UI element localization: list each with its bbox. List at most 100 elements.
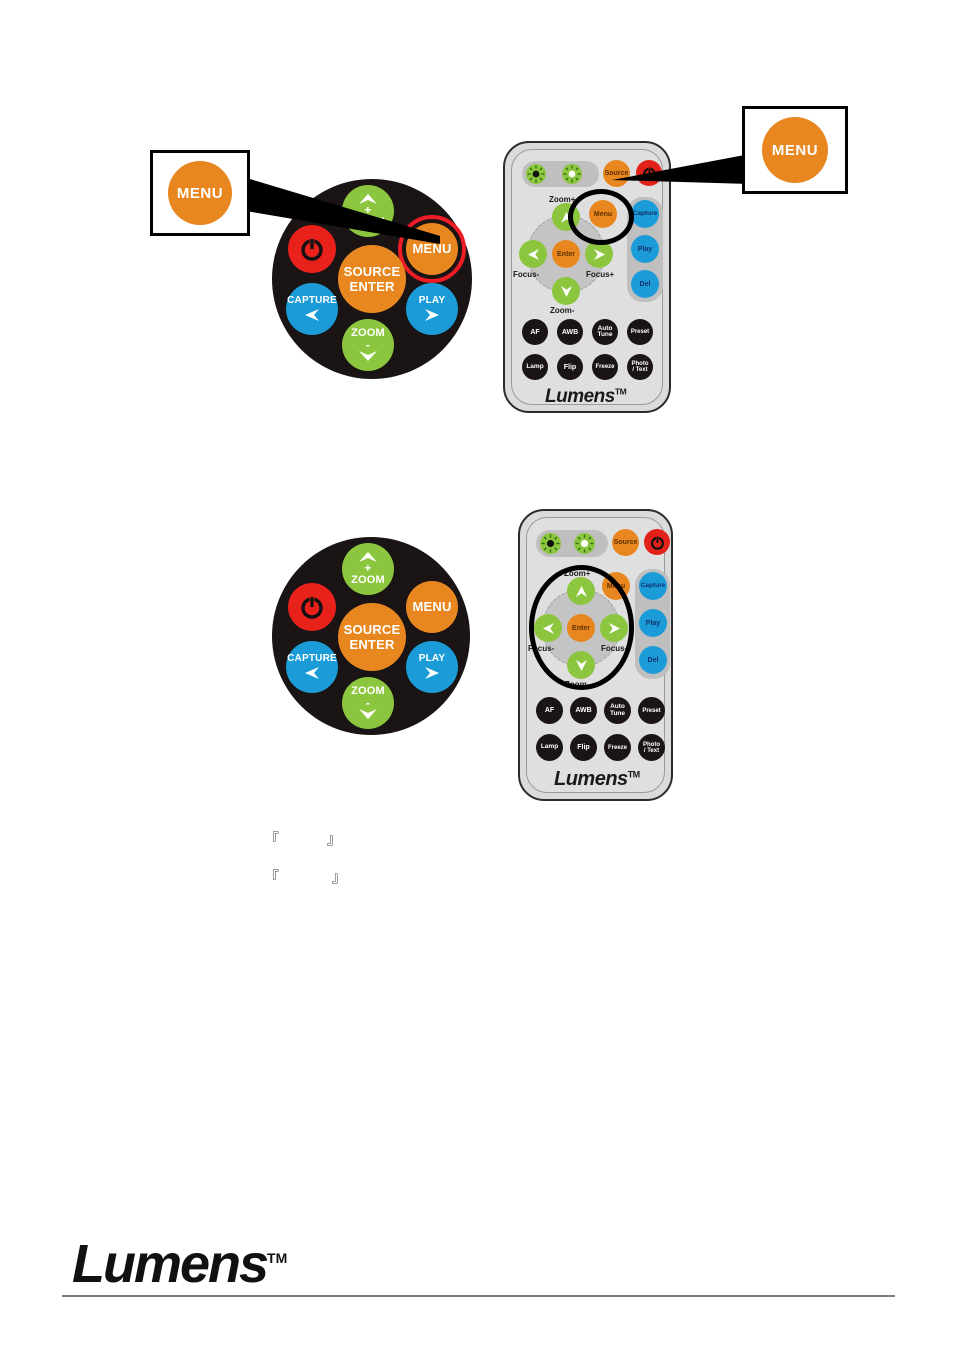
- chevron-right-icon: [425, 309, 439, 322]
- control-panel-play-label-2: PLAY: [418, 652, 446, 664]
- remote-tune-label-1: Tune: [597, 331, 613, 338]
- remote-dpad-right-label-1: Focus+: [586, 270, 615, 279]
- callout-leader-right: [612, 154, 750, 184]
- page-root: MENU + ZOOM MENU SOURCE ENTER: [0, 0, 954, 1354]
- remote-play-button-2[interactable]: Play: [639, 609, 667, 637]
- control-panel-zoom-in-label-2: ZOOM: [351, 573, 385, 586]
- chevron-right-icon: [425, 667, 439, 680]
- remote-play-label-2: Play: [645, 619, 661, 627]
- sun-bright-icon: [575, 534, 594, 553]
- control-panel-zoom-in-button-2[interactable]: + ZOOM: [342, 543, 394, 595]
- control-panel-play-button-2[interactable]: PLAY: [406, 641, 458, 693]
- remote-trademark-2: TM: [627, 769, 641, 780]
- remote-capture-button-2[interactable]: Capture: [639, 572, 667, 600]
- remote-flip-label-1: Flip: [563, 363, 577, 371]
- remote-del-label-1: Del: [639, 280, 651, 288]
- sun-bright-icon: [563, 165, 581, 183]
- remote-capture-label-1: Capture: [632, 209, 658, 217]
- control-panel-source-label-1: SOURCE: [343, 263, 401, 279]
- remote-photo-text-button-1[interactable]: Photo / Text: [627, 354, 653, 380]
- remote-freeze-label-2: Freeze: [607, 744, 627, 751]
- remote-capture-label-2: Capture: [640, 581, 666, 589]
- remote-lamp-dim-button-2[interactable]: [540, 533, 561, 554]
- remote-del-label-2: Del: [647, 656, 659, 664]
- remote-awb-button-1[interactable]: AWB: [557, 319, 583, 345]
- remote-preset-button-2[interactable]: Preset: [638, 697, 665, 724]
- remote-play-button-1[interactable]: Play: [631, 235, 659, 263]
- remote-preset-label-1: Preset: [630, 329, 650, 335]
- remote-lamp-label-2: Lamp: [540, 743, 559, 751]
- remote-del-button-1[interactable]: Del: [631, 270, 659, 298]
- control-panel-enter-label-2: ENTER: [349, 637, 395, 652]
- remote-brand-text-2: Lumens: [554, 768, 628, 790]
- control-panel-capture-label-1: CAPTURE: [287, 294, 337, 306]
- remote-lamp-button-2[interactable]: Lamp: [536, 734, 563, 761]
- callout-menu-label: MENU: [176, 184, 224, 202]
- remote-capture-button-1[interactable]: Capture: [631, 200, 659, 228]
- callout-menu-circle-right: MENU: [762, 117, 828, 183]
- control-panel-menu-button-2[interactable]: MENU: [406, 581, 458, 633]
- sun-dark-icon: [541, 534, 560, 553]
- remote-freeze-button-2[interactable]: Freeze: [604, 734, 631, 761]
- remote-enter-button-1[interactable]: Enter: [552, 240, 580, 268]
- remote-photo-text-button-2[interactable]: Photo / Text: [638, 734, 665, 761]
- footer-trademark: TM: [267, 1250, 288, 1266]
- remote-freeze-button-1[interactable]: Freeze: [592, 354, 618, 380]
- footer-brand-text: Lumens: [72, 1234, 269, 1294]
- remote-dpad-highlight-2: [529, 565, 634, 690]
- remote-power-button-2[interactable]: [644, 529, 670, 555]
- footer-divider: [62, 1295, 895, 1297]
- control-panel-zoom-out-button-1[interactable]: ZOOM -: [342, 319, 394, 371]
- control-panel-play-label-1: PLAY: [418, 294, 446, 306]
- remote-brand-logo-1: LumensTM: [545, 386, 627, 408]
- control-panel-capture-button-1[interactable]: CAPTURE: [286, 283, 338, 335]
- control-panel-power-button-2[interactable]: [288, 583, 336, 631]
- power-icon: [650, 535, 664, 550]
- remote-awb-label-1: AWB: [561, 328, 579, 336]
- remote-tune-label-2: Tune: [609, 709, 626, 717]
- control-panel-source-enter-button-2[interactable]: SOURCE ENTER: [338, 603, 406, 671]
- remote-flip-button-2[interactable]: Flip: [570, 734, 597, 761]
- remote-af-button-1[interactable]: AF: [522, 319, 548, 345]
- chevron-down-icon: [560, 285, 572, 297]
- control-panel-capture-button-2[interactable]: CAPTURE: [286, 641, 338, 693]
- remote-dpad-left-label-1: Focus-: [513, 270, 540, 279]
- remote-text-label-1: / Text: [632, 367, 648, 373]
- remote-del-button-2[interactable]: Del: [639, 646, 667, 674]
- remote-lamp-bright-button-2[interactable]: [574, 533, 595, 554]
- remote-brand-logo-2: LumensTM: [554, 768, 640, 791]
- chevron-down-icon: [359, 708, 377, 719]
- remote-play-label-1: Play: [637, 245, 653, 253]
- remote-control-2: Source Capture Play Del Menu Zoom+ Focus…: [518, 509, 673, 801]
- control-panel-play-button-1[interactable]: PLAY: [406, 283, 458, 335]
- remote-awb-label-2: AWB: [575, 707, 592, 714]
- body-text-line-2: 『 』: [264, 868, 347, 886]
- remote-af-button-2[interactable]: AF: [536, 697, 563, 724]
- remote-lamp-button-1[interactable]: Lamp: [522, 354, 548, 380]
- remote-text-label-2: / Text: [643, 747, 660, 754]
- power-icon: [301, 596, 323, 619]
- remote-freeze-label-1: Freeze: [595, 364, 615, 370]
- remote-lamp-bright-button-1[interactable]: [562, 164, 582, 184]
- remote-dpad-down-button-1[interactable]: [552, 277, 580, 305]
- remote-flip-label-2: Flip: [577, 744, 590, 751]
- remote-flip-button-1[interactable]: Flip: [557, 354, 583, 380]
- remote-preset-label-2: Preset: [642, 707, 661, 714]
- control-panel-zoom-out-button-2[interactable]: ZOOM -: [342, 677, 394, 729]
- remote-auto-tune-button-2[interactable]: Auto Tune: [604, 697, 631, 724]
- control-panel-zoom-in-sign-2: +: [364, 561, 372, 576]
- chevron-left-icon: [305, 309, 319, 322]
- sun-dark-icon: [527, 165, 545, 183]
- remote-source-button-2[interactable]: Source: [612, 529, 639, 556]
- remote-lamp-label-1: Lamp: [526, 362, 544, 370]
- remote-dpad-left-button-1[interactable]: [519, 240, 547, 268]
- chevron-left-icon: [305, 667, 319, 680]
- body-text-line-1: 『 』: [264, 830, 342, 848]
- remote-awb-button-2[interactable]: AWB: [570, 697, 597, 724]
- remote-preset-button-1[interactable]: Preset: [627, 319, 653, 345]
- callout-menu-circle: MENU: [168, 161, 232, 225]
- remote-lamp-dim-button-1[interactable]: [526, 164, 546, 184]
- control-panel-2: + ZOOM MENU SOURCE ENTER CAPTURE PLAY ZO…: [272, 537, 470, 735]
- remote-auto-tune-button-1[interactable]: Auto Tune: [592, 319, 618, 345]
- chevron-left-icon: [527, 248, 539, 260]
